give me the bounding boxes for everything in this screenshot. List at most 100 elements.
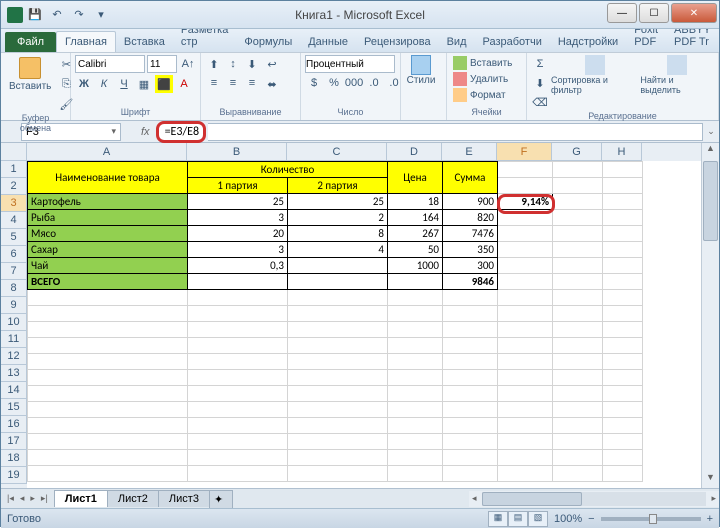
vertical-scrollbar[interactable]: ▲ ▼: [701, 143, 719, 488]
item-p2[interactable]: 25: [288, 194, 388, 210]
cell[interactable]: [288, 466, 388, 482]
cell[interactable]: [603, 354, 643, 370]
sort-filter-button[interactable]: Сортировка и фильтр: [551, 55, 638, 95]
cell[interactable]: [498, 386, 553, 402]
scroll-up-icon[interactable]: ▲: [702, 143, 719, 159]
cell[interactable]: [498, 290, 553, 306]
sheet-nav-next-icon[interactable]: ▸: [28, 493, 37, 504]
cell[interactable]: [28, 338, 188, 354]
cell[interactable]: [388, 290, 443, 306]
cell[interactable]: [498, 434, 553, 450]
percent-icon[interactable]: %: [325, 74, 343, 92]
row-header-6[interactable]: 6: [1, 246, 27, 263]
cell[interactable]: [443, 354, 498, 370]
cell[interactable]: [288, 306, 388, 322]
item-sum[interactable]: 350: [443, 242, 498, 258]
total-sum[interactable]: 9846: [443, 274, 498, 290]
header-price[interactable]: Цена: [388, 162, 443, 194]
cell[interactable]: [498, 178, 553, 194]
header-sum[interactable]: Сумма: [443, 162, 498, 194]
item-p2[interactable]: 2: [288, 210, 388, 226]
cell[interactable]: [553, 290, 603, 306]
select-all-corner[interactable]: [1, 143, 27, 161]
tab-home[interactable]: Главная: [56, 31, 116, 52]
header-qty[interactable]: Количество: [188, 162, 388, 178]
close-button[interactable]: ✕: [671, 3, 717, 23]
column-header-E[interactable]: E: [442, 143, 497, 161]
cell[interactable]: [288, 274, 388, 290]
grow-font-icon[interactable]: A↑: [179, 55, 197, 73]
cell[interactable]: [188, 354, 288, 370]
cell[interactable]: [603, 162, 643, 178]
cell[interactable]: [603, 466, 643, 482]
cell[interactable]: [553, 162, 603, 178]
zoom-handle[interactable]: [649, 514, 657, 524]
cell[interactable]: [603, 434, 643, 450]
cell[interactable]: [553, 418, 603, 434]
cell[interactable]: [553, 338, 603, 354]
bold-button[interactable]: Ж: [75, 75, 93, 93]
file-tab[interactable]: Файл: [5, 32, 56, 52]
cell[interactable]: [28, 354, 188, 370]
save-icon[interactable]: 💾: [25, 5, 45, 25]
cell[interactable]: [28, 434, 188, 450]
cell[interactable]: [388, 450, 443, 466]
item-price[interactable]: 1000: [388, 258, 443, 274]
page-break-view-button[interactable]: ▧: [528, 511, 548, 527]
align-middle-icon[interactable]: ↕: [224, 55, 242, 73]
cell[interactable]: [498, 450, 553, 466]
item-p2[interactable]: [288, 258, 388, 274]
wrap-text-icon[interactable]: ↩: [263, 55, 281, 73]
sheet-tab-2[interactable]: Лист2: [107, 490, 159, 507]
row-header-11[interactable]: 11: [1, 331, 27, 348]
hscroll-thumb[interactable]: [482, 492, 582, 506]
column-header-H[interactable]: H: [602, 143, 642, 161]
item-sum[interactable]: 900: [443, 194, 498, 210]
cell[interactable]: [288, 386, 388, 402]
cell[interactable]: [553, 354, 603, 370]
row-header-16[interactable]: 16: [1, 416, 27, 433]
row-header-5[interactable]: 5: [1, 229, 27, 246]
cell[interactable]: [188, 322, 288, 338]
tab-addins[interactable]: Надстройки: [550, 32, 626, 52]
row-header-1[interactable]: 1: [1, 161, 27, 178]
header-p1[interactable]: 1 партия: [188, 178, 288, 194]
number-format-select[interactable]: [305, 55, 395, 73]
cell[interactable]: [443, 402, 498, 418]
cell[interactable]: [188, 370, 288, 386]
item-name[interactable]: Сахар: [28, 242, 188, 258]
row-header-17[interactable]: 17: [1, 433, 27, 450]
redo-icon[interactable]: ↷: [69, 5, 89, 25]
item-price[interactable]: 267: [388, 226, 443, 242]
cell[interactable]: [553, 306, 603, 322]
cell[interactable]: [498, 162, 553, 178]
item-sum[interactable]: 7476: [443, 226, 498, 242]
cell[interactable]: [603, 226, 643, 242]
font-size-select[interactable]: [147, 55, 177, 73]
cell[interactable]: [28, 370, 188, 386]
align-bottom-icon[interactable]: ⬇: [243, 55, 261, 73]
cell[interactable]: [553, 466, 603, 482]
tab-view[interactable]: Вид: [439, 32, 475, 52]
clear-icon[interactable]: ⌫: [531, 93, 549, 111]
worksheet[interactable]: ABCDEFGH 12345678910111213141516171819 Н…: [1, 143, 719, 488]
item-price[interactable]: 50: [388, 242, 443, 258]
cell[interactable]: [443, 338, 498, 354]
cell[interactable]: [443, 322, 498, 338]
item-name[interactable]: Чай: [28, 258, 188, 274]
cell[interactable]: [28, 322, 188, 338]
increase-decimal-icon[interactable]: .0: [365, 74, 383, 92]
cell[interactable]: [288, 354, 388, 370]
cell[interactable]: [603, 290, 643, 306]
cell[interactable]: [188, 274, 288, 290]
cell[interactable]: [388, 370, 443, 386]
normal-view-button[interactable]: ▦: [488, 511, 508, 527]
cell[interactable]: [498, 274, 553, 290]
scroll-right-icon[interactable]: ▸: [708, 493, 719, 504]
item-sum[interactable]: 300: [443, 258, 498, 274]
horizontal-scrollbar[interactable]: ◂ ▸: [469, 491, 719, 507]
cell[interactable]: [603, 338, 643, 354]
cell[interactable]: [603, 274, 643, 290]
maximize-button[interactable]: ☐: [639, 3, 669, 23]
column-header-D[interactable]: D: [387, 143, 442, 161]
